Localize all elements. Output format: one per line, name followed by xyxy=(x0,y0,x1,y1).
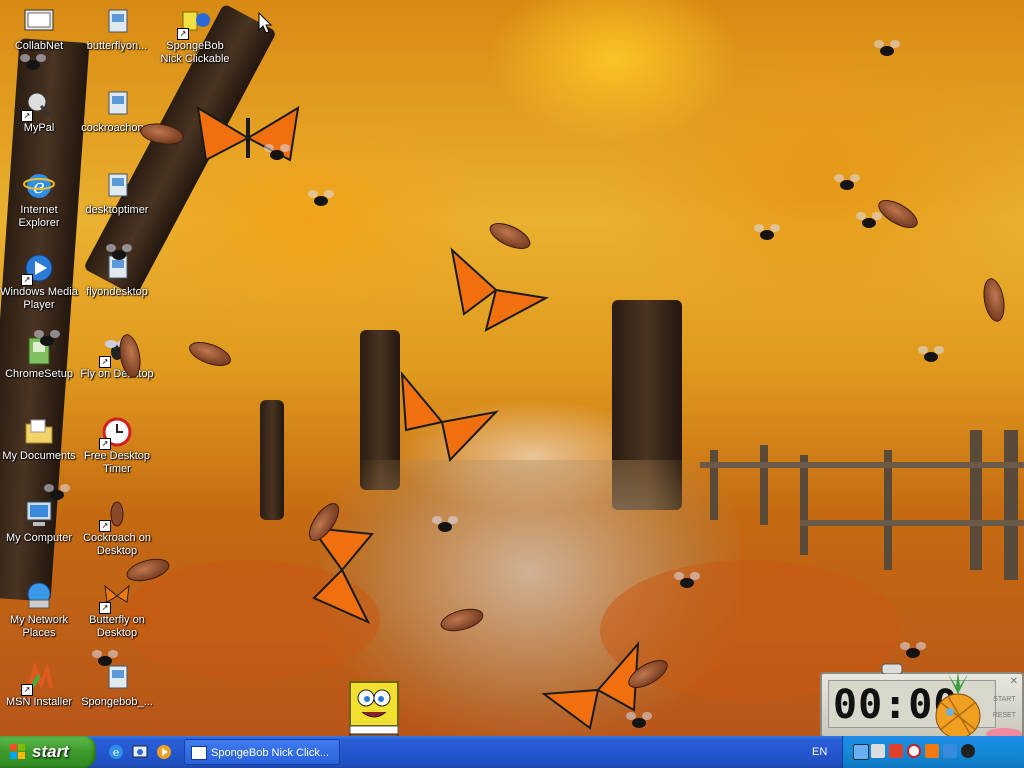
internet-explorer-icon: e xyxy=(23,170,55,202)
pineapple-house-icon[interactable] xyxy=(930,672,986,736)
fly-critter[interactable] xyxy=(874,40,900,56)
language-indicator[interactable]: EN xyxy=(812,736,827,768)
mypal-icon: ↗ xyxy=(21,88,55,122)
desktop-icon-butterflyon[interactable]: butterflyon... xyxy=(78,6,156,53)
cockroach-critter[interactable] xyxy=(185,337,235,371)
quicklaunch-internet-explorer-icon[interactable]: e xyxy=(108,744,124,760)
fly-critter[interactable] xyxy=(834,174,860,190)
desktoptimer-installer-icon xyxy=(101,170,133,202)
shield-icon[interactable] xyxy=(889,744,903,758)
fly-critter[interactable] xyxy=(626,712,652,728)
spongebob-installer-icon xyxy=(101,662,133,694)
timer-reset-button[interactable]: RESET xyxy=(993,708,1016,724)
desktop-timer-icon: ↗ xyxy=(99,416,133,450)
fly-critter[interactable] xyxy=(900,642,926,658)
fly-critter[interactable] xyxy=(308,190,334,206)
fly-critter[interactable] xyxy=(44,484,70,500)
windows-flag-icon xyxy=(10,744,25,759)
quicklaunch-media-player-icon[interactable] xyxy=(156,744,172,760)
butterfly-critter[interactable] xyxy=(192,100,304,176)
desktop-icon-my-network-places[interactable]: My Network Places xyxy=(0,580,78,640)
fence-post xyxy=(800,455,808,555)
timer-close-icon[interactable]: ✕ xyxy=(1010,676,1018,687)
desktop-icon-windows-media-player[interactable]: ↗ Windows Media Player xyxy=(0,252,78,312)
butterfly-on-desktop-icon: ↗ xyxy=(99,580,133,614)
media-icon[interactable] xyxy=(943,744,957,758)
windows-media-player-icon: ↗ xyxy=(21,252,55,286)
my-documents-icon xyxy=(23,416,55,448)
desktop-icon-collabnet[interactable]: CollabNet xyxy=(0,6,78,53)
desktop-icon-butterfly-on-desktop[interactable]: ↗ Butterfly on Desktop xyxy=(78,580,156,640)
fence-post xyxy=(760,445,768,525)
fly-critter[interactable] xyxy=(34,330,60,346)
desktop-icon-my-documents[interactable]: My Documents xyxy=(0,416,78,463)
fence-rail xyxy=(800,520,1024,526)
window-icon xyxy=(191,746,207,760)
desktop-icon-spongebob-nick-clickable[interactable]: ↗ SpongeBob Nick Clickable xyxy=(156,6,234,66)
desktop-icon-my-computer[interactable]: My Computer xyxy=(0,498,78,545)
timer-start-button[interactable]: START xyxy=(993,692,1016,708)
desktop-icon-spongebob-installer[interactable]: Spongebob_... xyxy=(78,662,156,709)
desktop-icon-msn-installer[interactable]: ↗ MSN Installer xyxy=(0,661,78,709)
start-button[interactable]: start xyxy=(0,736,96,768)
fly-critter[interactable] xyxy=(106,244,132,260)
svg-text:e: e xyxy=(33,174,45,198)
desktop-wallpaper[interactable]: CollabNet ↗ MyPal e Internet Explorer ↗ … xyxy=(0,0,1024,736)
fly-critter[interactable] xyxy=(92,650,118,666)
fly-critter[interactable] xyxy=(432,516,458,532)
butterfly-icon[interactable] xyxy=(925,744,939,758)
fly-critter[interactable] xyxy=(674,572,700,588)
mouse-pointer-icon xyxy=(258,12,272,34)
desktop-icon-chromesetup[interactable]: ChromeSetup xyxy=(0,334,78,381)
cockroach-critter[interactable] xyxy=(980,276,1008,324)
fence-post xyxy=(970,430,982,570)
taskbar-window-label: SpongeBob Nick Click... xyxy=(211,747,329,759)
start-label: start xyxy=(32,742,69,761)
network-icon[interactable] xyxy=(853,744,869,760)
desktop-icon-fly-on-desktop[interactable]: ↗ Fly on Desktop xyxy=(78,334,156,381)
gary-snail-icon xyxy=(986,728,1022,736)
my-network-places-icon xyxy=(23,580,55,612)
volume-icon[interactable] xyxy=(871,744,885,758)
fence-rail xyxy=(700,462,1024,468)
svg-text:e: e xyxy=(113,746,120,759)
butterfly-installer-icon xyxy=(101,6,133,38)
cockroach-installer-icon xyxy=(101,88,133,120)
cockroach-on-desktop-icon: ↗ xyxy=(99,498,133,532)
msn-installer-icon: ↗ xyxy=(21,661,55,696)
fence-post xyxy=(884,450,892,570)
butterfly-critter[interactable] xyxy=(446,244,552,336)
fly-critter[interactable] xyxy=(754,224,780,240)
desktop-icon-desktoptimer[interactable]: desktoptimer xyxy=(78,170,156,217)
taskbar-window-button[interactable]: SpongeBob Nick Click... xyxy=(184,739,340,765)
fly-critter[interactable] xyxy=(856,212,882,228)
fly-critter[interactable] xyxy=(918,346,944,362)
butterfly-critter[interactable] xyxy=(396,370,500,464)
fly-critter[interactable] xyxy=(264,144,290,160)
desktop-icon-mypal[interactable]: ↗ MyPal xyxy=(0,88,78,135)
fly-icon[interactable] xyxy=(961,744,975,758)
desktop-icon-cockroach-on-desktop[interactable]: ↗ Cockroach on Desktop xyxy=(78,498,156,558)
collabnet-icon xyxy=(23,6,55,38)
system-tray xyxy=(842,736,1024,768)
fence-post xyxy=(1004,430,1018,580)
desktop-icon-internet-explorer[interactable]: e Internet Explorer xyxy=(0,170,78,230)
timer-icon[interactable] xyxy=(907,744,921,758)
taskbar: start e SpongeBob Nick Click... EN xyxy=(0,736,1024,768)
quicklaunch-show-desktop-icon[interactable] xyxy=(132,744,148,760)
fence-post xyxy=(710,450,718,520)
tree-trunk xyxy=(260,400,284,520)
spongebob-shortcut-icon: ↗ xyxy=(177,6,211,40)
phone-icon xyxy=(881,663,903,674)
desktop-icon-free-desktop-timer[interactable]: ↗ Free Desktop Timer xyxy=(78,416,156,476)
fly-critter[interactable] xyxy=(20,54,46,70)
my-computer-icon xyxy=(23,498,55,530)
